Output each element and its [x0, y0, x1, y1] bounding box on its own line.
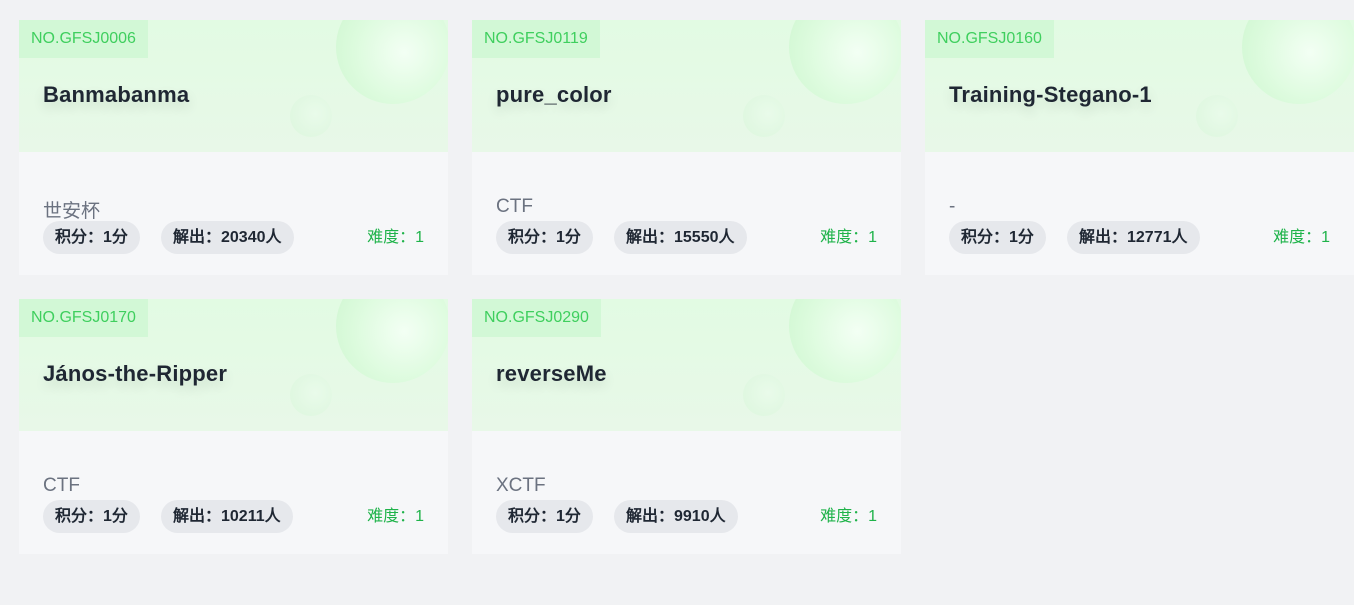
- difficulty-label: 难度：1: [1273, 229, 1330, 246]
- challenge-source: CTF: [496, 196, 533, 217]
- score-badge: 积分：1分: [949, 221, 1046, 254]
- decorative-bubble: [336, 20, 448, 104]
- card-header: NO.GFSJ0170 János-the-Ripper: [19, 299, 448, 431]
- decorative-bubble: [1196, 95, 1238, 137]
- challenge-number: NO.GFSJ0160: [925, 20, 1054, 58]
- card-header: NO.GFSJ0290 reverseMe: [472, 299, 901, 431]
- challenge-card[interactable]: NO.GFSJ0170 János-the-Ripper CTF 积分：1分 解…: [19, 299, 448, 554]
- challenge-card[interactable]: NO.GFSJ0290 reverseMe XCTF 积分：1分 解出：9910…: [472, 299, 901, 554]
- decorative-bubble: [336, 299, 448, 383]
- challenge-source: XCTF: [496, 475, 546, 496]
- challenge-number: NO.GFSJ0119: [472, 20, 600, 58]
- solved-count-badge: 解出：20340人: [161, 221, 294, 254]
- challenge-card[interactable]: NO.GFSJ0119 pure_color CTF 积分：1分 解出：1555…: [472, 20, 901, 275]
- solved-count-badge: 解出：10211人: [161, 500, 293, 533]
- challenge-number: NO.GFSJ0290: [472, 299, 601, 337]
- difficulty-label: 难度：1: [367, 229, 424, 246]
- decorative-bubble: [743, 374, 785, 416]
- score-badge: 积分：1分: [496, 500, 593, 533]
- decorative-bubble: [290, 95, 332, 137]
- challenge-source: -: [949, 196, 956, 217]
- score-badge: 积分：1分: [43, 221, 140, 254]
- solved-count-badge: 解出：9910人: [614, 500, 738, 533]
- decorative-bubble: [743, 95, 785, 137]
- challenge-card[interactable]: NO.GFSJ0160 Training-Stegano-1 - 积分：1分 解…: [925, 20, 1354, 275]
- challenge-title[interactable]: pure_color: [496, 82, 612, 108]
- solved-count-badge: 解出：12771人: [1067, 221, 1200, 254]
- challenge-title[interactable]: reverseMe: [496, 361, 607, 387]
- score-badge: 积分：1分: [43, 500, 140, 533]
- challenge-number: NO.GFSJ0006: [19, 20, 148, 58]
- card-header: NO.GFSJ0119 pure_color: [472, 20, 901, 152]
- challenge-title[interactable]: Training-Stegano-1: [949, 82, 1152, 108]
- decorative-bubble: [290, 374, 332, 416]
- challenge-card[interactable]: NO.GFSJ0006 Banmabanma 世安杯 积分：1分 解出：2034…: [19, 20, 448, 275]
- card-header: NO.GFSJ0160 Training-Stegano-1: [925, 20, 1354, 152]
- decorative-bubble: [1242, 20, 1354, 104]
- challenge-grid: NO.GFSJ0006 Banmabanma 世安杯 积分：1分 解出：2034…: [0, 0, 1354, 605]
- challenge-title[interactable]: János-the-Ripper: [43, 361, 227, 387]
- challenge-source: CTF: [43, 475, 80, 496]
- challenge-title[interactable]: Banmabanma: [43, 82, 189, 108]
- solved-count-badge: 解出：15550人: [614, 221, 747, 254]
- score-badge: 积分：1分: [496, 221, 593, 254]
- decorative-bubble: [789, 299, 901, 383]
- difficulty-label: 难度：1: [367, 508, 424, 525]
- challenge-source: 世安杯: [43, 201, 101, 222]
- difficulty-label: 难度：1: [820, 508, 877, 525]
- card-header: NO.GFSJ0006 Banmabanma: [19, 20, 448, 152]
- decorative-bubble: [789, 20, 901, 104]
- challenge-number: NO.GFSJ0170: [19, 299, 148, 337]
- difficulty-label: 难度：1: [820, 229, 877, 246]
